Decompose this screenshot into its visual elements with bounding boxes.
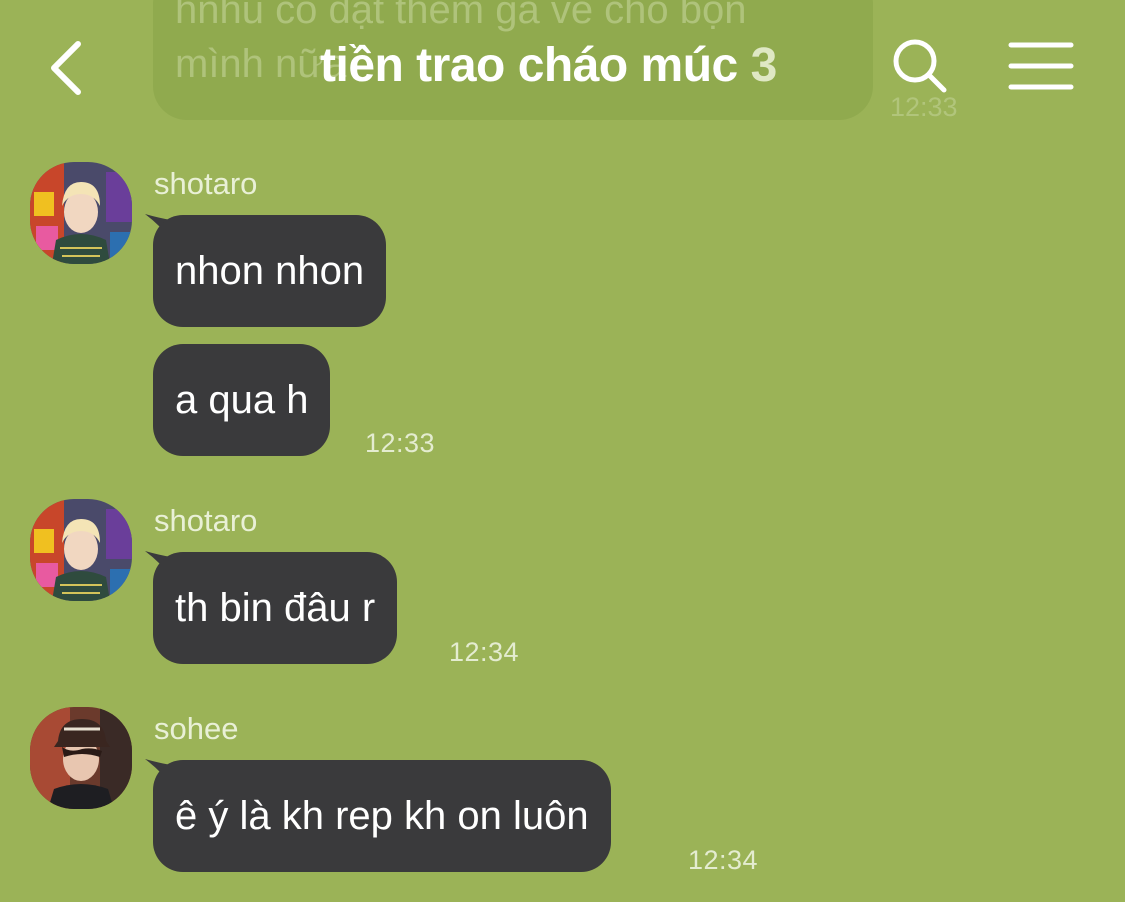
menu-icon[interactable]	[1008, 40, 1074, 92]
message-bubble[interactable]: th bin đâu r	[153, 552, 398, 664]
message-time: 12:34	[688, 845, 759, 875]
message-bubble[interactable]: nhon nhon	[153, 215, 387, 327]
chevron-left-icon[interactable]	[44, 38, 88, 98]
sender-name: shotaro	[154, 503, 258, 538]
search-icon[interactable]	[890, 36, 950, 96]
previous-message-line1: hnhu có đặt thêm gà về cho bọn	[175, 0, 747, 32]
message-bubble[interactable]: ê ý là kh rep kh on luôn	[153, 760, 611, 872]
sender-name: shotaro	[154, 166, 258, 201]
message-bubble[interactable]: a qua h	[153, 344, 331, 456]
message-time: 12:33	[365, 428, 436, 458]
sender-name: sohee	[154, 711, 239, 746]
avatar[interactable]	[30, 707, 132, 809]
member-count: 3	[750, 39, 778, 92]
avatar[interactable]	[30, 499, 132, 601]
message-time: 12:34	[449, 637, 520, 667]
chat-title-text: tiền trao cháo múc	[320, 39, 738, 92]
avatar[interactable]	[30, 162, 132, 264]
chat-title: tiền trao cháo múc 3	[320, 38, 777, 93]
previous-message-time: 12:33	[890, 92, 958, 122]
